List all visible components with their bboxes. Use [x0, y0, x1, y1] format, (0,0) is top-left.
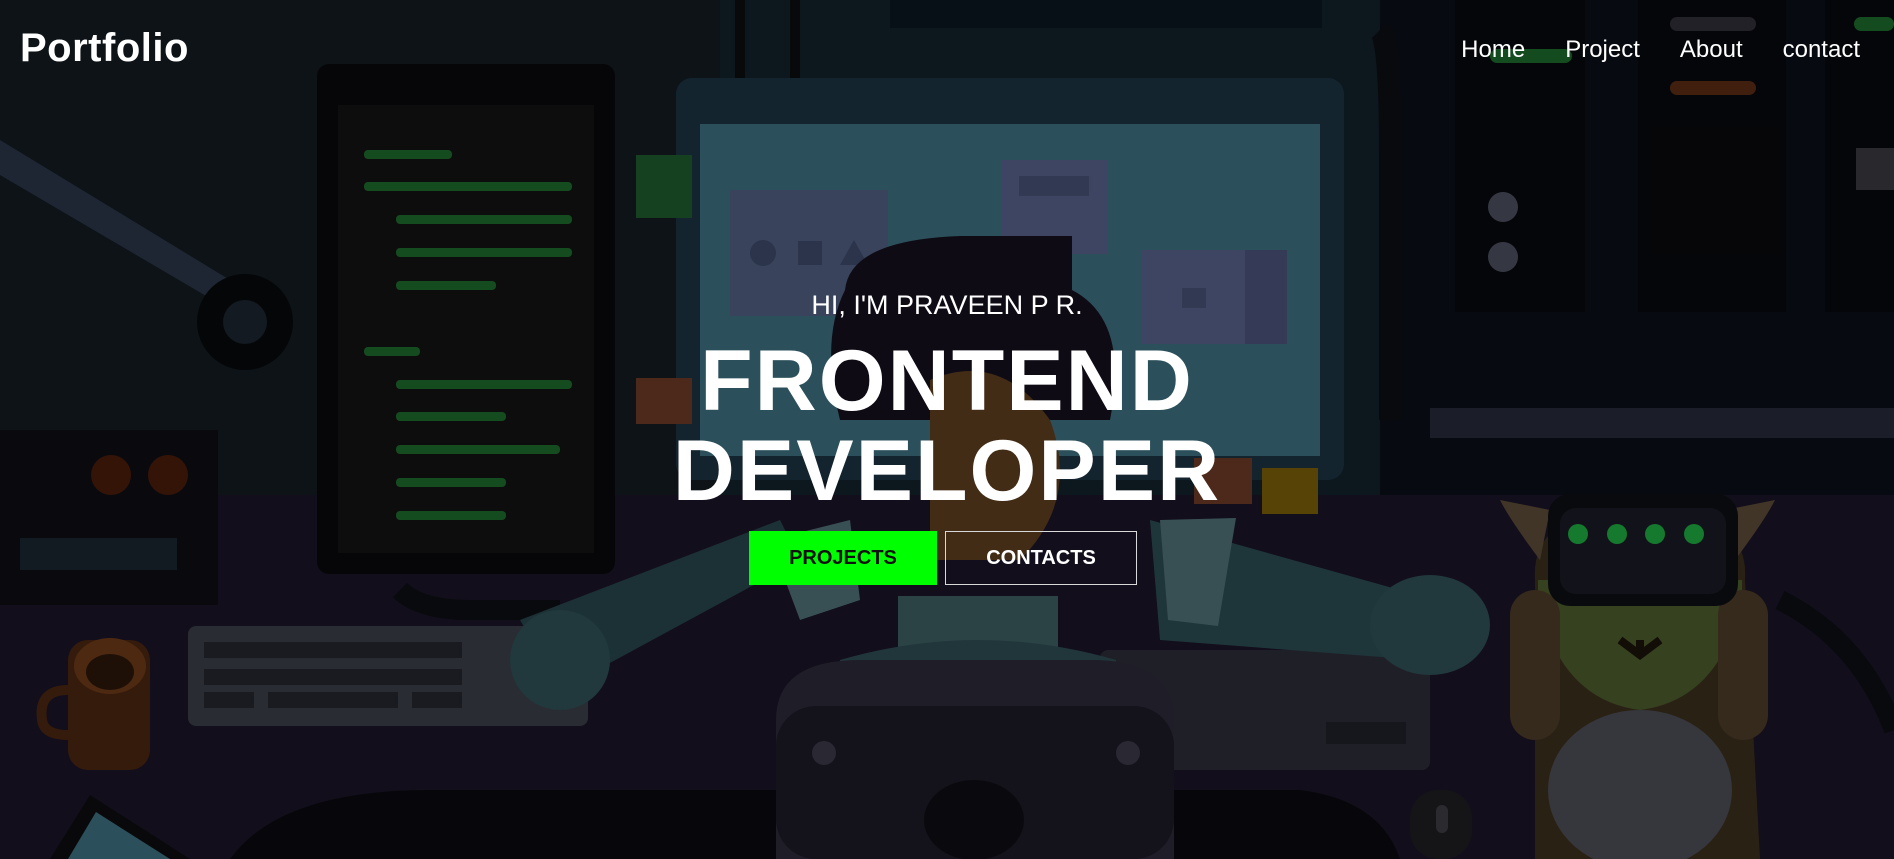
nav-project-link[interactable]: Project: [1565, 36, 1640, 64]
hero-title: FRONTEND DEVELOPER: [0, 336, 1894, 516]
nav-contact-link[interactable]: contact: [1783, 36, 1860, 64]
contacts-button[interactable]: CONTACTS: [945, 531, 1137, 585]
hero-buttons: PROJECTS CONTACTS: [0, 531, 1894, 585]
hero-title-line-2: DEVELOPER: [672, 423, 1222, 519]
hero-title-line-1: FRONTEND: [700, 333, 1194, 429]
main-nav: Home Project About contact: [1461, 36, 1860, 64]
nav-about-link[interactable]: About: [1680, 36, 1743, 64]
nav-home-link[interactable]: Home: [1461, 36, 1525, 64]
brand-logo[interactable]: Portfolio: [20, 26, 189, 71]
projects-button[interactable]: PROJECTS: [749, 531, 937, 585]
hero-greeting: HI, I'M PRAVEEN P R.: [811, 290, 1083, 320]
